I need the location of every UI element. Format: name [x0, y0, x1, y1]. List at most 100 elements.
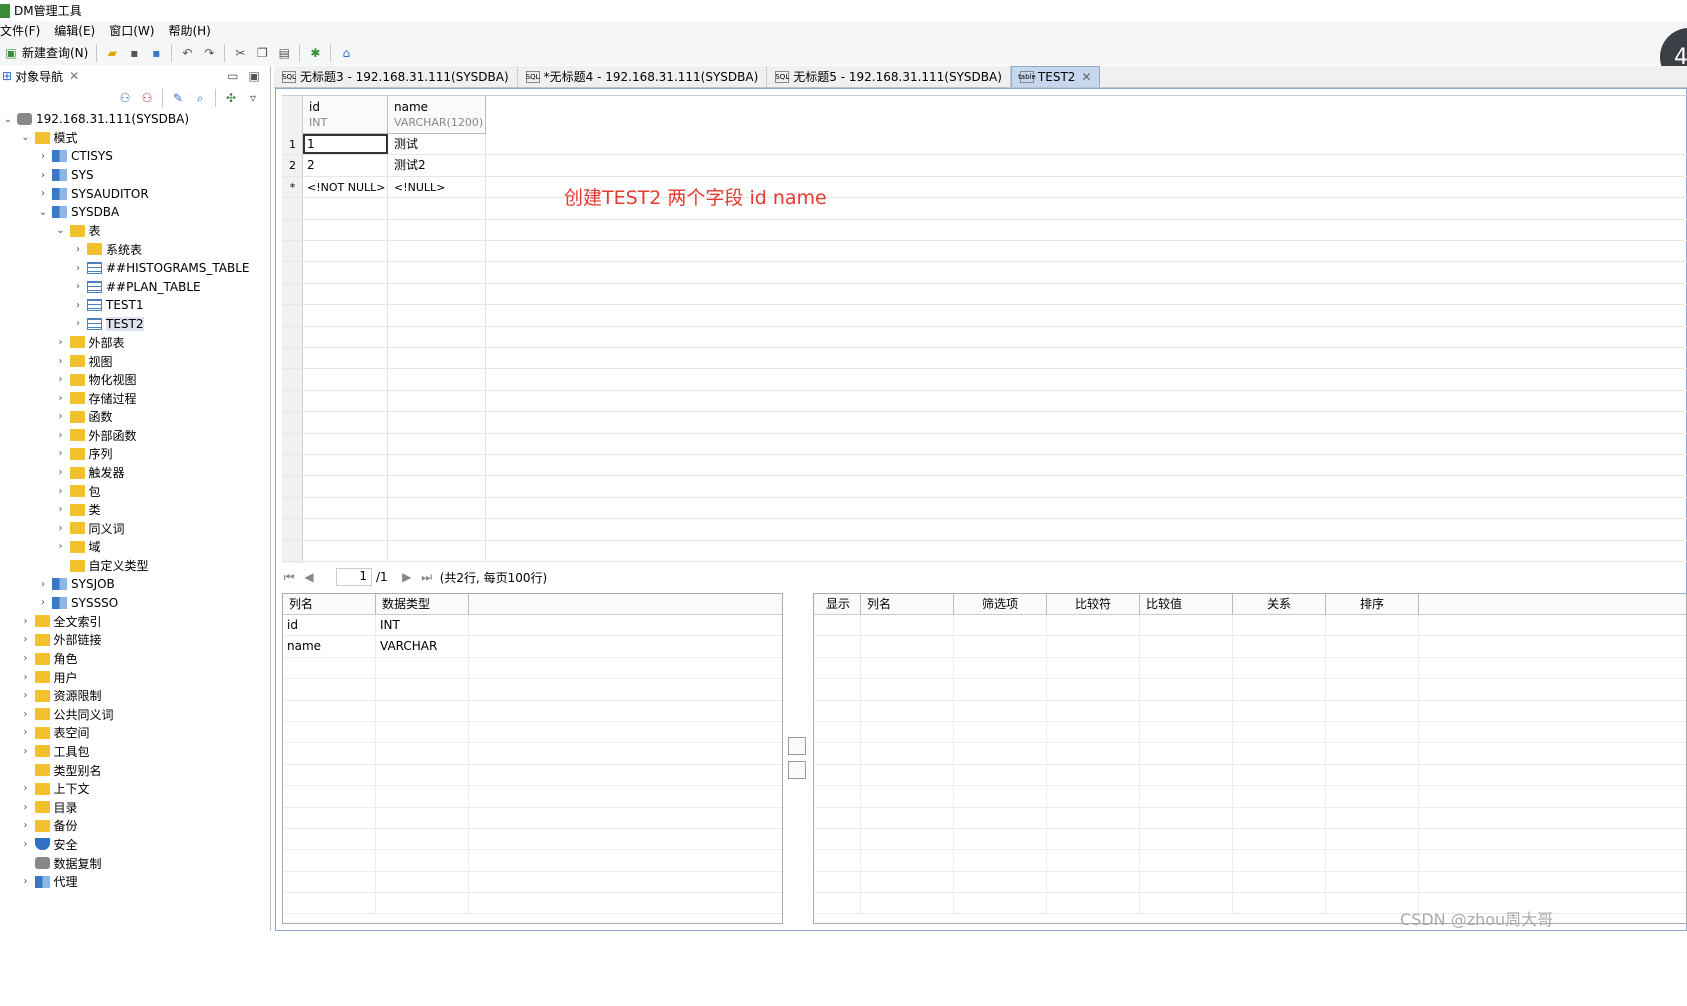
tree-item[interactable]: › 视图: [0, 352, 270, 371]
cell-id[interactable]: [303, 219, 388, 240]
chevron-right-icon[interactable]: ›: [20, 653, 32, 664]
tree-item[interactable]: ⌄ 模式: [0, 129, 270, 148]
filter-cell[interactable]: [1233, 657, 1326, 679]
table-row[interactable]: [282, 198, 1687, 220]
chevron-down-icon[interactable]: ⌄: [2, 114, 14, 125]
filter-cell[interactable]: [1233, 807, 1326, 828]
filter-cell[interactable]: [814, 786, 861, 807]
cell-id[interactable]: [303, 455, 388, 476]
cell-id[interactable]: [303, 433, 388, 454]
cell-name[interactable]: [388, 433, 486, 454]
table-row[interactable]: [283, 700, 782, 722]
filter-cell[interactable]: [1233, 636, 1326, 657]
menu-window[interactable]: 窗口(W): [109, 22, 154, 39]
cell-name[interactable]: [388, 219, 486, 240]
tree-item[interactable]: › 用户: [0, 668, 270, 687]
last-page-icon[interactable]: ⏭: [420, 570, 434, 585]
cell-id[interactable]: [303, 283, 388, 305]
tree-item[interactable]: › 物化视图: [0, 370, 270, 389]
filter-cell[interactable]: [1233, 828, 1326, 850]
tree-item[interactable]: › 包: [0, 482, 270, 501]
cell-name[interactable]: [388, 241, 486, 262]
table-row[interactable]: [283, 764, 782, 787]
tree-item[interactable]: › SYSJOB: [0, 575, 270, 594]
table-row[interactable]: [814, 786, 1686, 808]
filter-cell[interactable]: [1326, 636, 1419, 657]
move-left-button[interactable]: [788, 761, 806, 779]
filter-cell[interactable]: [1326, 828, 1419, 850]
filter-cell[interactable]: [861, 764, 954, 786]
filter-cell[interactable]: [954, 764, 1047, 786]
chevron-right-icon[interactable]: ›: [20, 690, 32, 701]
filter-cell[interactable]: [954, 679, 1047, 700]
filter-cell[interactable]: [1047, 721, 1140, 743]
column-header-id[interactable]: id INT: [303, 96, 388, 134]
filter-cell[interactable]: [1326, 721, 1419, 743]
filter-cell[interactable]: [1047, 850, 1140, 871]
table-row[interactable]: [814, 850, 1686, 872]
cell-name[interactable]: [388, 198, 486, 219]
chevron-right-icon[interactable]: ›: [20, 820, 32, 831]
menu-edit[interactable]: 编辑(E): [54, 22, 95, 39]
disconnect-icon[interactable]: ⚇: [138, 89, 156, 107]
cell-id[interactable]: [303, 476, 388, 497]
tree-item[interactable]: › 序列: [0, 445, 270, 464]
tree-item[interactable]: › TEST1: [0, 296, 270, 315]
new-query-icon[interactable]: ▣: [2, 44, 20, 62]
filter-cell[interactable]: [1326, 807, 1419, 828]
tree-item[interactable]: ⌄ 表: [0, 222, 270, 241]
filter-header-value[interactable]: 比较值: [1140, 594, 1233, 614]
filter-cell[interactable]: [1047, 786, 1140, 807]
editor-tab[interactable]: table TEST2 ✕: [1010, 66, 1101, 87]
filter-cell[interactable]: [814, 807, 861, 828]
table-row[interactable]: [283, 871, 782, 894]
filter-cell[interactable]: [1140, 828, 1233, 850]
table-row[interactable]: [283, 828, 782, 851]
tree-item[interactable]: › 类: [0, 500, 270, 519]
cell-name[interactable]: [388, 283, 486, 305]
filter-cell[interactable]: [1140, 679, 1233, 700]
cut-icon[interactable]: ✂: [231, 44, 249, 62]
chevron-down-icon[interactable]: ⌄: [55, 225, 67, 236]
close-icon[interactable]: ✕: [69, 69, 79, 83]
chevron-right-icon[interactable]: ›: [72, 318, 84, 329]
cell-name[interactable]: [388, 540, 486, 561]
table-row[interactable]: [814, 893, 1686, 915]
filter-cell[interactable]: [1233, 743, 1326, 764]
chevron-right-icon[interactable]: ›: [55, 411, 67, 422]
cell-name[interactable]: [388, 455, 486, 476]
table-row[interactable]: [282, 283, 1687, 306]
filter-cell[interactable]: [1140, 636, 1233, 657]
filter-cell[interactable]: [1233, 764, 1326, 786]
copy-icon[interactable]: ❐: [253, 44, 271, 62]
filter-cell[interactable]: [954, 786, 1047, 807]
chevron-right-icon[interactable]: ›: [20, 672, 32, 683]
filter-cell[interactable]: [1140, 807, 1233, 828]
chevron-right-icon[interactable]: ›: [20, 876, 32, 887]
table-row[interactable]: * <!NOT NULL> <!NULL>: [282, 176, 1687, 199]
filter-cell[interactable]: [861, 893, 954, 914]
filter-cell[interactable]: [954, 700, 1047, 721]
filter-cell[interactable]: [814, 828, 861, 850]
filter-cell[interactable]: [861, 871, 954, 893]
filter-cell[interactable]: [814, 721, 861, 743]
table-row[interactable]: name VARCHAR: [283, 636, 782, 658]
filter-cell[interactable]: [1140, 893, 1233, 914]
table-row[interactable]: 1 1 测试: [282, 134, 1687, 156]
filter-cell[interactable]: [1047, 764, 1140, 786]
filter-header-filter[interactable]: 筛选项: [954, 594, 1047, 614]
chevron-right-icon[interactable]: ›: [55, 486, 67, 497]
table-row[interactable]: [282, 369, 1687, 391]
chevron-right-icon[interactable]: ›: [72, 300, 84, 311]
chevron-right-icon[interactable]: ›: [55, 374, 67, 385]
filter-cell[interactable]: [1047, 636, 1140, 657]
table-row[interactable]: [283, 679, 782, 701]
cell-id[interactable]: <!NOT NULL>: [303, 176, 388, 198]
filter-cell[interactable]: [954, 893, 1047, 914]
tree-item[interactable]: › 触发器: [0, 463, 270, 482]
filter-cell[interactable]: [1326, 850, 1419, 871]
chevron-right-icon[interactable]: ›: [72, 281, 84, 292]
tree-item[interactable]: › 资源限制: [0, 686, 270, 705]
tree-item[interactable]: › 工具包: [0, 742, 270, 761]
open-folder-icon[interactable]: ▰: [103, 44, 121, 62]
